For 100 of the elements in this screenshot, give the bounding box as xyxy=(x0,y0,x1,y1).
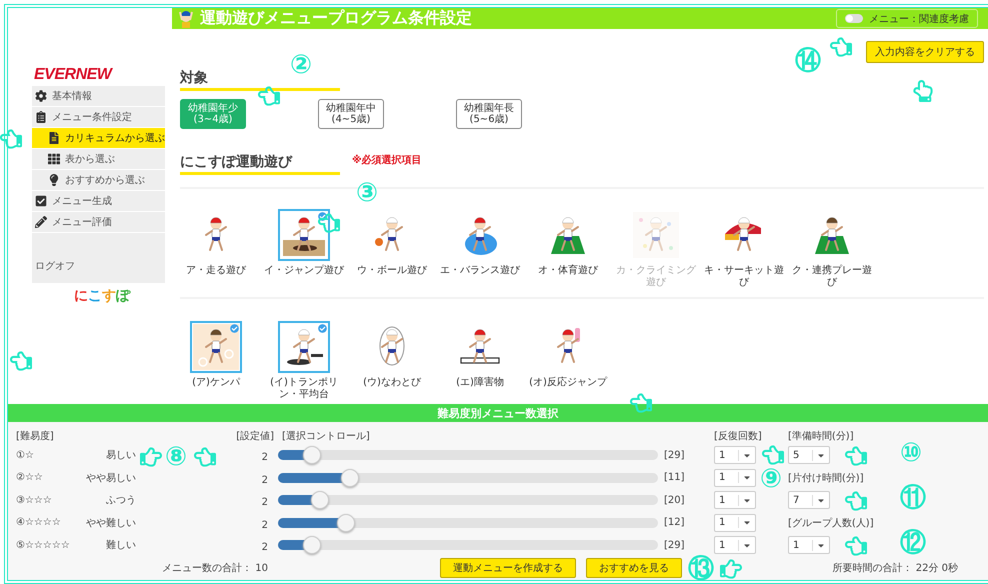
setting-value: 2 xyxy=(262,497,268,508)
activity-illustration xyxy=(633,212,679,258)
column-header: [準備時間(分)] xyxy=(788,430,855,443)
time-total: 所要時間の合計： 22分 0秒 xyxy=(832,562,958,574)
pointing-hand-icon xyxy=(630,392,652,414)
activity-option[interactable]: エ・バランス遊び xyxy=(436,209,524,289)
toggle-switch[interactable] xyxy=(845,14,863,23)
activity-option[interactable]: (オ)反応ジャンプ xyxy=(524,321,612,400)
activity-illustration xyxy=(193,324,239,370)
pointing-hand-icon xyxy=(720,558,742,580)
difficulty-rank: ④☆☆☆☆ xyxy=(16,517,62,528)
menu-total: メニュー数の合計： 10 xyxy=(161,562,269,574)
callout-number: ⑨ xyxy=(760,466,782,492)
activity-option[interactable]: (ア)ケンパ xyxy=(172,321,260,400)
slider-thumb[interactable] xyxy=(303,536,322,554)
activity-option[interactable]: (エ)障害物 xyxy=(436,321,524,400)
field-label: [片付け時間(分)] xyxy=(788,472,865,485)
document-icon xyxy=(48,132,60,144)
max-count: [29] xyxy=(663,450,686,461)
checkbox-icon xyxy=(35,195,47,207)
repeat-select[interactable]: 1 xyxy=(714,446,756,464)
sidebar-item[interactable]: メニュー生成 xyxy=(32,191,165,212)
repeat-select[interactable]: 1 xyxy=(714,491,756,510)
difficulty-label: やや易しい xyxy=(85,472,136,485)
sidebar-item[interactable]: カリキュラムから選ぶ xyxy=(32,128,165,149)
pointing-hand-icon xyxy=(830,36,852,58)
grid-icon xyxy=(48,153,60,165)
sidebar-item[interactable]: 基本情報 xyxy=(32,86,165,107)
activity-option[interactable]: (イ)トランポリン・平均台 xyxy=(260,321,348,400)
activity-option[interactable]: イ・ジャンプ遊び xyxy=(260,209,348,289)
section-heading: にこすぽ運動遊び xyxy=(180,153,340,175)
pointing-hand-icon xyxy=(845,445,867,467)
section-bar: 難易度別メニュー数選択 xyxy=(8,404,988,422)
age-option[interactable]: 幼稚園年中 (4~5歳) xyxy=(318,99,384,129)
callout-number: ③ xyxy=(356,180,378,206)
slider-thumb[interactable] xyxy=(341,468,360,487)
repeat-select[interactable]: 1 xyxy=(714,468,756,487)
callout-number: ⑭ xyxy=(795,48,821,74)
column-header: [選択コントロール] xyxy=(281,430,371,443)
brand-logo: にこすぽ xyxy=(73,287,132,305)
pointing-hand-icon xyxy=(258,85,280,107)
brand-logo: EVERNEW xyxy=(32,64,165,86)
activity-option[interactable]: オ・体育遊び xyxy=(524,209,612,289)
sidebar-item[interactable]: 表から選ぶ xyxy=(32,149,165,170)
pointing-hand-icon xyxy=(762,444,784,466)
action-button[interactable]: 運動メニューを作成する xyxy=(440,558,576,578)
field-label: [グループ人数(人)] xyxy=(788,516,875,530)
number-select[interactable]: 7 xyxy=(788,491,830,510)
difficulty-label: 易しい xyxy=(105,449,136,462)
logoff-link[interactable]: ログオフ xyxy=(32,233,165,283)
page-title: 運動遊びメニュープログラム条件設定 xyxy=(200,8,473,29)
difficulty-rank: ②☆☆ xyxy=(16,472,44,484)
max-count: [20] xyxy=(663,494,686,506)
setting-value: 2 xyxy=(262,542,268,554)
clear-button[interactable]: 入力内容をクリアする xyxy=(866,41,984,63)
setting-value: 2 xyxy=(262,452,268,464)
callout-number: ⑬ xyxy=(688,556,714,582)
callout-number: ⑧ xyxy=(165,444,188,470)
number-select[interactable]: 1 xyxy=(788,536,830,554)
number-select[interactable]: 5 xyxy=(788,446,830,464)
required-note: ※必須選択項目 xyxy=(352,154,422,168)
repeat-select[interactable]: 1 xyxy=(714,536,756,554)
relevance-toggle[interactable]: メニュー：関連度考慮 xyxy=(836,9,978,28)
action-button[interactable]: おすすめを見る xyxy=(586,558,682,578)
callout-number: ⑪ xyxy=(900,485,926,511)
sidebar-item[interactable]: おすすめから選ぶ xyxy=(32,170,165,191)
activity-option[interactable]: (ウ)なわとび xyxy=(348,321,436,400)
pointing-hand-icon xyxy=(845,535,867,557)
slider-thumb[interactable] xyxy=(337,514,356,532)
difficulty-rank: ⑤☆☆☆☆☆ xyxy=(16,540,71,551)
sidebar-item[interactable]: メニュー評価 xyxy=(32,212,165,233)
pointing-hand-icon xyxy=(10,350,32,372)
activity-option[interactable]: ア・走る遊び xyxy=(172,209,260,289)
setting-value: 2 xyxy=(262,474,268,486)
difficulty-rank: ①☆ xyxy=(16,450,35,461)
pointing-hand-icon xyxy=(140,446,162,468)
pointing-hand-icon xyxy=(194,446,216,468)
column-header: [反復回数] xyxy=(714,430,763,443)
pencil-icon xyxy=(35,216,47,228)
difficulty-rank: ③☆☆☆ xyxy=(16,494,53,506)
lightbulb-icon xyxy=(48,174,60,186)
child-icon xyxy=(178,10,194,28)
repeat-select[interactable]: 1 xyxy=(714,514,756,532)
toggle-label: メニュー：関連度考慮 xyxy=(869,12,969,26)
callout-number: ⑩ xyxy=(900,440,922,466)
slider-thumb[interactable] xyxy=(310,491,329,510)
max-count: [11] xyxy=(663,472,686,484)
pointing-hand-icon xyxy=(912,80,934,102)
pointing-hand-icon xyxy=(845,490,867,512)
difficulty-label: 難しい xyxy=(105,538,136,552)
activity-option[interactable]: キ・サーキット遊び xyxy=(700,209,788,289)
slider-thumb[interactable] xyxy=(303,446,322,464)
gear-icon xyxy=(35,90,47,102)
activity-option[interactable]: ウ・ボール遊び xyxy=(348,209,436,289)
difficulty-label: ふつう xyxy=(105,494,136,508)
max-count: [12] xyxy=(663,517,686,528)
age-option[interactable]: 幼稚園年長 (5~6歳) xyxy=(456,99,522,129)
callout-number: ⑫ xyxy=(900,530,926,556)
difficulty-label: やや難しい xyxy=(85,516,136,530)
activity-option[interactable]: ク・連携プレー遊び xyxy=(788,209,876,289)
